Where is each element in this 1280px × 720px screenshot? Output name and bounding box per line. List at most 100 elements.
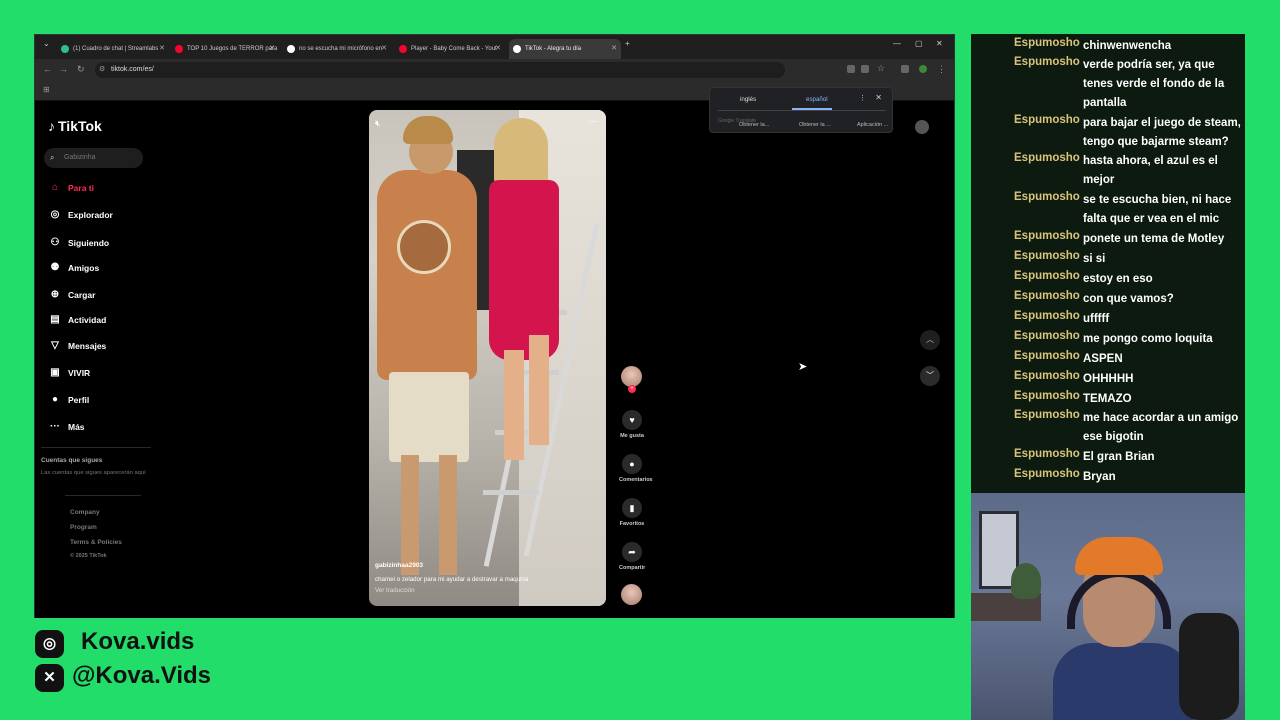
tiktok-favicon-icon <box>513 45 521 53</box>
install-app-icon[interactable] <box>847 65 855 73</box>
footer-program-link[interactable]: Program <box>70 524 97 531</box>
chat-text: me pongo como loquita <box>1083 333 1213 345</box>
close-tab-icon[interactable]: ✕ <box>611 39 617 59</box>
youtube-favicon-icon <box>399 45 407 53</box>
share-button[interactable]: ➦ Compartir <box>619 542 645 571</box>
apps-grid-icon[interactable]: ⊞ <box>43 85 50 94</box>
translate-close-icon[interactable]: ✕ <box>875 93 882 102</box>
sidebar-divider <box>41 447 151 448</box>
chat-username: Espumosho <box>1014 448 1080 460</box>
url-field[interactable]: ⚙ tiktok.com/es/ <box>95 62 785 78</box>
sidebar-item-label: Perfil <box>68 395 90 405</box>
sidebar-item-actividad[interactable]: ▤ Actividad <box>48 312 106 328</box>
get-app-item[interactable]: Obtener la... <box>739 122 769 128</box>
webcam-plant <box>1011 563 1041 599</box>
mute-icon[interactable]: 🔇︎ <box>375 118 381 129</box>
video-more-icon[interactable]: ··· <box>588 116 598 127</box>
forward-icon[interactable]: → <box>59 64 68 74</box>
reload-icon[interactable]: ↻ <box>77 64 85 75</box>
tiktok-page: ♪ TikTok ⌕ Gabizinha ⌂ Para ti ◎ Explorador… <box>35 87 954 618</box>
close-tab-icon[interactable]: ✕ <box>159 39 165 59</box>
new-tab-icon[interactable]: + <box>625 39 630 48</box>
chat-text: con que vamos? <box>1083 293 1174 305</box>
follow-plus-icon[interactable]: + <box>628 385 636 393</box>
close-window-icon[interactable]: ✕ <box>936 39 943 48</box>
tab-google-mic[interactable]: no se escucha mi micrófono en ✕ <box>283 39 391 59</box>
tab-youtube-terror[interactable]: TOP 10 Juegos de TERROR para ✕ <box>171 39 279 59</box>
bookmark-star-icon[interactable]: ☆ <box>877 63 885 74</box>
sidebar-item-amigos[interactable]: ⚉ Amigos <box>48 260 100 276</box>
video-player[interactable]: 🔇︎ ··· gabizinhaa2903 chamei o zelador p… <box>369 110 606 606</box>
tiktok-logo[interactable]: ♪ TikTok <box>48 118 102 134</box>
tab-label: TOP 10 Juegos de TERROR para <box>187 46 278 52</box>
extensions-icon[interactable] <box>901 65 909 73</box>
chat-text: si si <box>1083 253 1106 265</box>
profile-avatar-icon[interactable] <box>915 120 929 134</box>
site-info-icon[interactable]: ⚙ <box>99 62 105 78</box>
stream-chat: Espumosho chinwenwencha Espumosho verde po… <box>971 34 1245 493</box>
chat-text: verde podría ser, ya que tenes verde el … <box>1083 59 1225 109</box>
video-caption: chamei o zelador para mi ayudar a destra… <box>375 576 529 583</box>
sidebar-item-perfil[interactable]: ● Perfil <box>48 392 89 408</box>
browser-window: ⌄ (1) Cuadro de chat | Streamlabs ✕ TOP … <box>34 34 955 618</box>
tab-tiktok[interactable]: TikTok - Alegra tu día ✕ <box>509 39 621 59</box>
chat-username: Espumosho <box>1014 37 1080 49</box>
sidebar-item-siguiendo[interactable]: ⚇ Siguiendo <box>48 235 110 251</box>
tab-youtube-player[interactable]: Player - Baby Come Back - Yout ✕ <box>395 39 505 59</box>
tab-label: no se escucha mi micrófono en <box>299 46 383 52</box>
webcam-streamer-cap <box>1075 537 1163 575</box>
close-tab-icon[interactable]: ✕ <box>381 39 387 59</box>
sidebar-divider <box>65 495 141 496</box>
close-tab-icon[interactable]: ✕ <box>495 39 501 59</box>
tab-search-icon[interactable]: ⌄ <box>43 39 50 48</box>
translate-icon[interactable] <box>861 65 869 73</box>
sound-disc-avatar[interactable] <box>621 584 642 605</box>
comments-button[interactable]: ● Comentarios <box>619 454 653 483</box>
share-icon: ➦ <box>622 542 642 562</box>
sidebar-item-vivir[interactable]: ▣ VIVIR <box>48 365 90 381</box>
scroll-down-icon[interactable]: ﹀ <box>920 366 940 386</box>
chat-text: El gran Brian <box>1083 451 1155 463</box>
address-bar-row: ← → ↻ ⚙ tiktok.com/es/ ☆ ⋮ <box>35 59 954 81</box>
sidebar-item-mas[interactable]: ··· Más <box>48 419 85 435</box>
translate-selected-indicator <box>792 108 832 110</box>
get-app-item[interactable]: Aplicación ... <box>857 122 888 128</box>
close-tab-icon[interactable]: ✕ <box>269 39 275 59</box>
like-button[interactable]: ♥ Me gusta <box>619 410 645 439</box>
chat-username: Espumosho <box>1014 468 1080 480</box>
sidebar-item-cargar[interactable]: ⊕ Cargar <box>48 287 96 303</box>
creator-avatar[interactable] <box>621 366 642 387</box>
webcam-microphone <box>1179 613 1239 720</box>
footer-company-link[interactable]: Company <box>70 509 100 516</box>
sidebar-item-label: Explorador <box>68 210 113 220</box>
maximize-icon[interactable]: ▢ <box>915 39 923 48</box>
translate-lang-spanish[interactable]: español <box>806 96 828 103</box>
get-app-item[interactable]: Obtener la ... <box>799 122 831 128</box>
favorites-button[interactable]: ▮ Favoritos <box>619 498 645 527</box>
profile-avatar-icon[interactable] <box>919 65 927 73</box>
stream-overlay: ⌄ (1) Cuadro de chat | Streamlabs ✕ TOP … <box>0 0 1280 720</box>
back-icon[interactable]: ← <box>43 64 52 74</box>
sidebar-item-label: Amigos <box>68 263 100 273</box>
search-input[interactable]: ⌕ Gabizinha <box>44 148 143 168</box>
sidebar-item-mensajes[interactable]: ▽ Mensajes <box>48 338 106 354</box>
translate-lang-english[interactable]: inglés <box>740 96 756 103</box>
comments-label: Comentarios <box>619 477 653 483</box>
bookmark-icon: ▮ <box>622 498 642 518</box>
minimize-icon[interactable]: — <box>893 39 901 48</box>
tab-label: TikTok - Alegra tu día <box>525 46 582 52</box>
sidebar-item-explorador[interactable]: ◎ Explorador <box>48 207 113 223</box>
webcam-headphones <box>1067 569 1171 629</box>
menu-dots-icon[interactable]: ⋮ <box>937 64 946 75</box>
chat-text: ufffff <box>1083 313 1110 325</box>
scroll-up-icon[interactable]: ︿ <box>920 330 940 350</box>
sidebar-item-para-ti[interactable]: ⌂ Para ti <box>48 180 94 196</box>
video-translate-link[interactable]: Ver traducción <box>375 587 415 594</box>
footer-terms-link[interactable]: Terms & Policies <box>70 539 122 546</box>
youtube-favicon-icon <box>175 45 183 53</box>
tab-streamlabs[interactable]: (1) Cuadro de chat | Streamlabs ✕ <box>57 39 169 59</box>
video-scene-shirt-logo <box>397 220 451 274</box>
chat-username: Espumosho <box>1014 230 1080 242</box>
video-username[interactable]: gabizinhaa2903 <box>375 562 423 569</box>
translate-options-icon[interactable]: ⋮ <box>859 94 866 102</box>
